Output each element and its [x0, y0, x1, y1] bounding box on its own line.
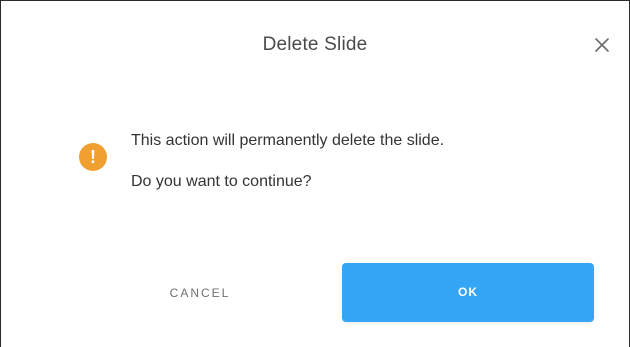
dialog-title: Delete Slide — [262, 34, 368, 55]
delete-slide-dialog: Delete Slide ! This action will permanen… — [0, 0, 630, 347]
close-button[interactable] — [591, 34, 613, 56]
message-line-1: This action will permanently delete the … — [131, 132, 445, 149]
close-icon — [591, 34, 613, 56]
dialog-message: ! This action will permanently delete th… — [79, 125, 609, 205]
warning-icon: ! — [79, 143, 107, 171]
ok-button[interactable]: OK — [342, 263, 594, 322]
message-line-2: Do you want to continue? — [131, 173, 312, 190]
cancel-button[interactable]: CANCEL — [135, 264, 265, 322]
